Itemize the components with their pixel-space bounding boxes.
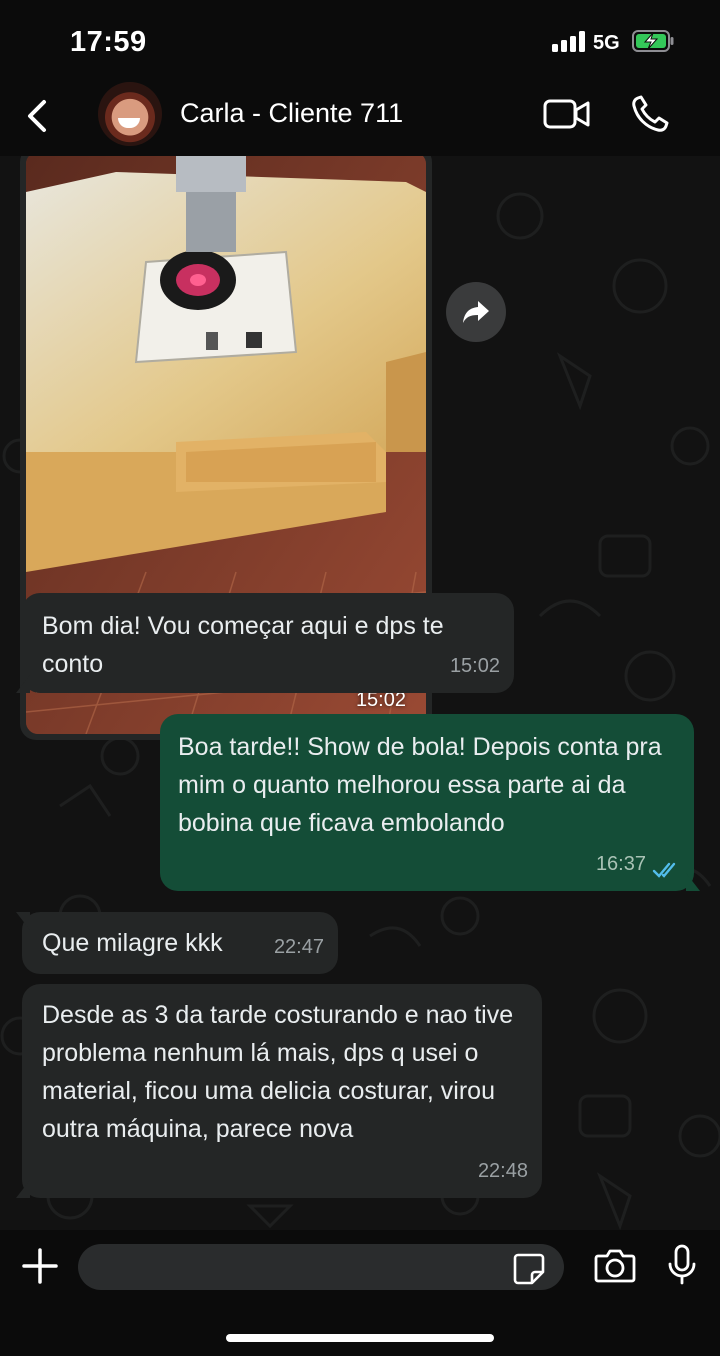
status-time: 17:59	[70, 26, 147, 58]
signal-icon	[552, 30, 586, 52]
forward-button[interactable]	[446, 282, 506, 342]
message-time: 16:37	[595, 853, 646, 875]
message-text: Que milagre kkk	[42, 929, 223, 957]
outgoing-message[interactable]: Boa tarde!! Show de bola! Depois conta p…	[160, 714, 700, 891]
sticker-icon[interactable]	[512, 1252, 546, 1286]
camera-icon[interactable]	[594, 1246, 636, 1284]
status-bar: 17:59 5G	[0, 0, 720, 80]
contact-avatar[interactable]	[98, 82, 162, 146]
incoming-message[interactable]: Desde as 3 da tarde costurando e nao tiv…	[16, 984, 542, 1198]
read-ticks-icon	[652, 862, 676, 878]
message-time: 22:47	[273, 936, 324, 958]
message-composer	[0, 1230, 720, 1356]
message-time: 22:48	[477, 1160, 528, 1182]
back-chevron-icon[interactable]	[20, 94, 60, 138]
home-indicator	[226, 1334, 494, 1342]
forward-icon	[463, 301, 489, 323]
video-call-icon[interactable]	[542, 96, 592, 132]
chat-header: Carla - Cliente 711	[0, 80, 720, 156]
incoming-message[interactable]: Bom dia! Vou começar aqui e dps te conto…	[16, 593, 514, 693]
message-text: Desde as 3 da tarde costurando e nao tiv…	[42, 1001, 514, 1143]
contact-name[interactable]: Carla - Cliente 711	[180, 98, 403, 129]
phone-call-icon[interactable]	[630, 94, 670, 134]
incoming-message[interactable]: Que milagre kkk 22:47	[16, 912, 338, 974]
network-label: 5G	[593, 32, 620, 54]
message-text: Boa tarde!! Show de bola! Depois conta p…	[178, 733, 662, 837]
message-time: 15:02	[449, 655, 500, 677]
message-input[interactable]	[78, 1244, 564, 1290]
plus-icon[interactable]	[20, 1246, 60, 1286]
message-text: Bom dia! Vou começar aqui e dps te conto	[42, 612, 444, 678]
microphone-icon[interactable]	[666, 1244, 698, 1286]
battery-icon	[632, 30, 674, 52]
chat-area[interactable]: 15:02 Bom dia! Vou começar aqui e dps te…	[0, 156, 720, 1230]
